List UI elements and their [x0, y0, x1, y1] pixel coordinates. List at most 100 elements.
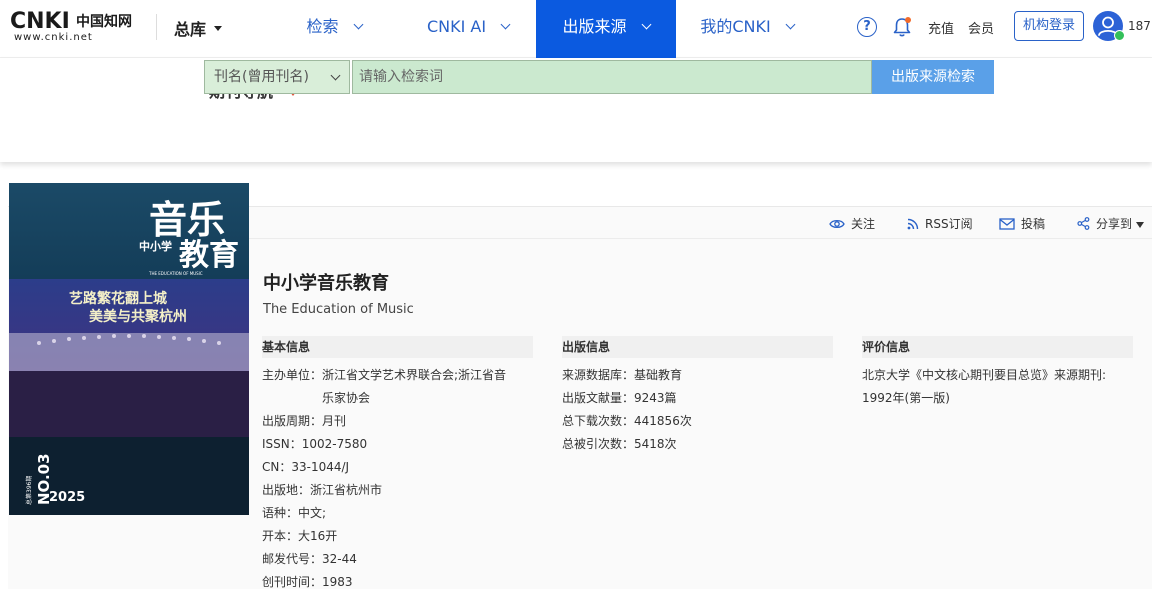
- cover-title: 音乐: [149, 197, 225, 242]
- cnki-logo-mark: CNKI: [10, 9, 70, 32]
- nav-cnki-ai[interactable]: CNKI AI: [404, 0, 532, 58]
- row-label: 总被引次数：: [562, 437, 635, 451]
- nav-my-cnki[interactable]: 我的CNKI: [684, 0, 810, 58]
- search-input-placeholder: 请输入检索词: [359, 69, 443, 85]
- row-value: 中文;: [298, 506, 327, 520]
- cover-subtitle: THE EDUCATION OF MUSIC: [148, 271, 203, 276]
- user-number[interactable]: 1871: [1128, 19, 1152, 33]
- journal-title-english: The Education of Music: [263, 302, 414, 317]
- publish-info-row: 出版文献量：9243篇: [562, 390, 677, 406]
- rss-button[interactable]: RSS订阅: [907, 215, 973, 232]
- search-field-select[interactable]: 刊名(曾用刊名): [204, 60, 350, 94]
- publish-info-row: 总被引次数：5418次: [562, 436, 677, 452]
- library-selector-label: 总库: [174, 20, 207, 39]
- nav-search[interactable]: 检索: [272, 0, 396, 58]
- row-value: 33-1044/J: [291, 460, 350, 474]
- row-value: 1002-7580: [301, 437, 368, 451]
- chevron-down-icon: [785, 19, 796, 30]
- row-value: 浙江省文学艺术界联合会;浙江省音: [322, 368, 507, 382]
- cover-banner-line-2: 美美与共聚杭州: [89, 308, 187, 325]
- nav-my-cnki-label: 我的CNKI: [700, 17, 771, 36]
- follow-label: 关注: [851, 217, 876, 231]
- row-value: 大16开: [298, 529, 338, 543]
- basic-info-row: 语种：中文;: [262, 505, 326, 521]
- search-field-select-value: 刊名(曾用刊名): [214, 69, 309, 85]
- share-icon: [1077, 217, 1090, 230]
- basic-info-row-continuation: 乐家协会: [322, 390, 370, 406]
- cover-year: 2025: [49, 490, 85, 505]
- logo-chinese-name: 中国知网: [76, 14, 132, 30]
- logo-url: www.cnki.net: [14, 32, 93, 43]
- journal-title: 中小学音乐教育: [263, 273, 389, 294]
- row-value: 9243篇: [634, 391, 677, 405]
- toolbar-divider: [249, 238, 1152, 239]
- cover-banner-line-1: 艺路繁花翻上城: [69, 290, 167, 307]
- evaluation-info-heading: 评价信息: [862, 336, 1133, 358]
- help-icon[interactable]: ?: [857, 17, 877, 37]
- chevron-down-icon: [500, 19, 511, 30]
- row-label: CN：: [262, 460, 292, 474]
- search-input[interactable]: 请输入检索词: [352, 60, 872, 94]
- cover-artwork: 音乐 教育 中小学 THE EDUCATION OF MUSIC 艺路繁花翻上城…: [9, 183, 249, 515]
- row-label: 出版周期：: [262, 414, 323, 428]
- row-label: 开本：: [262, 529, 299, 543]
- mail-icon: [999, 217, 1015, 230]
- library-selector[interactable]: 总库: [174, 16, 223, 40]
- publish-info-heading: 出版信息: [562, 336, 833, 358]
- row-value: 浙江省杭州市: [310, 483, 383, 497]
- rss-icon: [907, 218, 919, 229]
- publish-info-row: 总下载次数：441856次: [562, 413, 692, 429]
- row-value: 1983: [322, 575, 353, 589]
- chevron-down-icon: [330, 70, 341, 81]
- row-value: 月刊: [322, 414, 347, 428]
- row-label: 语种：: [262, 506, 299, 520]
- basic-info-row: ISSN：1002-7580: [262, 436, 367, 452]
- online-status-icon: [1114, 30, 1125, 41]
- row-label: 邮发代号：: [262, 552, 323, 566]
- basic-info-row: 邮发代号：32-44: [262, 551, 357, 567]
- row-value: 乐家协会: [322, 391, 371, 405]
- submit-manuscript-button[interactable]: 投稿: [999, 215, 1045, 232]
- basic-info-row: 出版地：浙江省杭州市: [262, 482, 382, 498]
- evaluation-info-line: 1992年(第一版): [862, 391, 950, 405]
- row-label: ISSN：: [262, 437, 302, 451]
- cnki-logo[interactable]: CNKI 中国知网 www.cnki.net: [10, 8, 138, 44]
- caret-down-icon: [1136, 221, 1145, 228]
- evaluation-info-line: 北京大学《中文核心期刊要目总览》来源期刊:: [862, 368, 1107, 382]
- submit-manuscript-label: 投稿: [1021, 217, 1046, 231]
- cover-prefix: 中小学: [139, 239, 172, 253]
- org-login-button[interactable]: 机构登录: [1014, 11, 1084, 41]
- chevron-down-icon: [641, 19, 651, 30]
- member-link[interactable]: 会员: [968, 18, 994, 37]
- follow-button[interactable]: 关注: [829, 215, 875, 232]
- row-label: 主办单位：: [262, 368, 323, 382]
- eye-icon: [829, 219, 845, 228]
- basic-info-row: 开本：大16开: [262, 528, 337, 544]
- logo-text: CNKI: [10, 9, 70, 32]
- row-value: 441856次: [634, 414, 692, 428]
- row-value: 基础教育: [634, 368, 683, 382]
- basic-info-row: 主办单位：浙江省文学艺术界联合会;浙江省音: [262, 367, 506, 383]
- bell-icon[interactable]: [892, 16, 912, 38]
- basic-info-row: CN：33-1044/J: [262, 459, 349, 475]
- row-label: 总下载次数：: [562, 414, 635, 428]
- row-label: 出版文献量：: [562, 391, 635, 405]
- basic-info-row: 创刊时间：1983: [262, 574, 353, 589]
- row-label: 出版地：: [262, 483, 311, 497]
- nav-publication-source[interactable]: 出版来源: [536, 0, 676, 58]
- recharge-link[interactable]: 充值: [928, 18, 954, 37]
- row-value: 5418次: [634, 437, 677, 451]
- publication-search-button[interactable]: 出版来源检索: [872, 60, 994, 94]
- basic-info-heading: 基本信息: [262, 336, 533, 358]
- cover-total: 总第396期: [25, 476, 33, 505]
- caret-down-icon: [214, 26, 223, 31]
- row-label: 来源数据库：: [562, 368, 635, 382]
- journal-cover-image: 音乐 教育 中小学 THE EDUCATION OF MUSIC 艺路繁花翻上城…: [9, 183, 249, 515]
- row-value: 32-44: [322, 552, 357, 566]
- nav-search-label: 检索: [306, 17, 339, 36]
- publish-info-row: 来源数据库：基础教育: [562, 367, 682, 383]
- nav-publication-source-label: 出版来源: [562, 17, 627, 36]
- row-label: 创刊时间：: [262, 575, 323, 589]
- nav-divider: [156, 14, 157, 40]
- share-button[interactable]: 分享到: [1077, 215, 1145, 232]
